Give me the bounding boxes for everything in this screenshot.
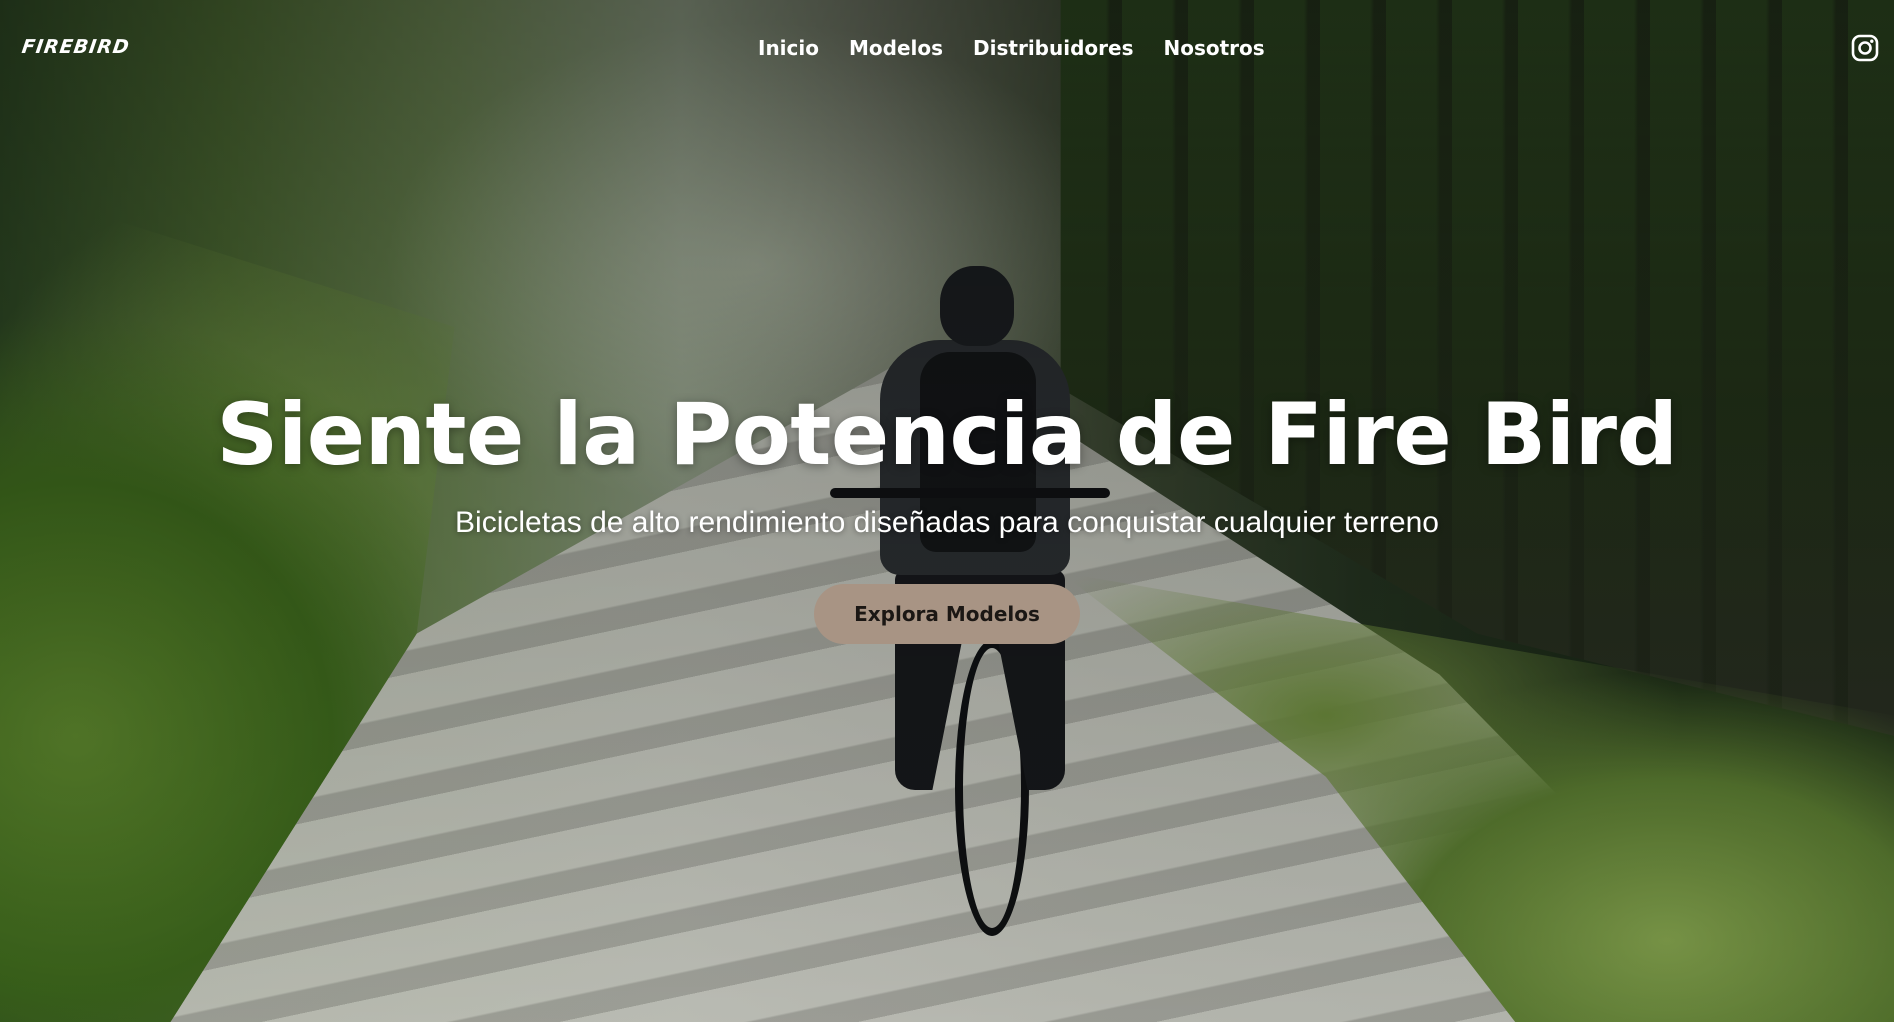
nav-item-distribuidores[interactable]: Distribuidores xyxy=(973,36,1133,60)
nav-item-inicio[interactable]: Inicio xyxy=(758,36,819,60)
hero-subtitle: Bicicletas de alto rendimiento diseñadas… xyxy=(455,506,1439,540)
hero-headline: Siente la Potencia de Fire Bird xyxy=(216,385,1678,485)
instagram-icon[interactable] xyxy=(1851,34,1879,62)
hero-content: Siente la Potencia de Fire Bird Biciclet… xyxy=(0,385,1894,645)
nav-item-modelos[interactable]: Modelos xyxy=(849,36,943,60)
brand-logo[interactable]: FIREBIRD xyxy=(20,36,131,58)
explore-models-button[interactable]: Explora Modelos xyxy=(814,584,1080,645)
top-navigation: FIREBIRD Inicio Modelos Distribuidores N… xyxy=(0,0,1894,96)
nav-item-nosotros[interactable]: Nosotros xyxy=(1163,36,1264,60)
hero-section: FIREBIRD Inicio Modelos Distribuidores N… xyxy=(0,0,1894,1022)
nav-menu: Inicio Modelos Distribuidores Nosotros xyxy=(758,36,1265,60)
